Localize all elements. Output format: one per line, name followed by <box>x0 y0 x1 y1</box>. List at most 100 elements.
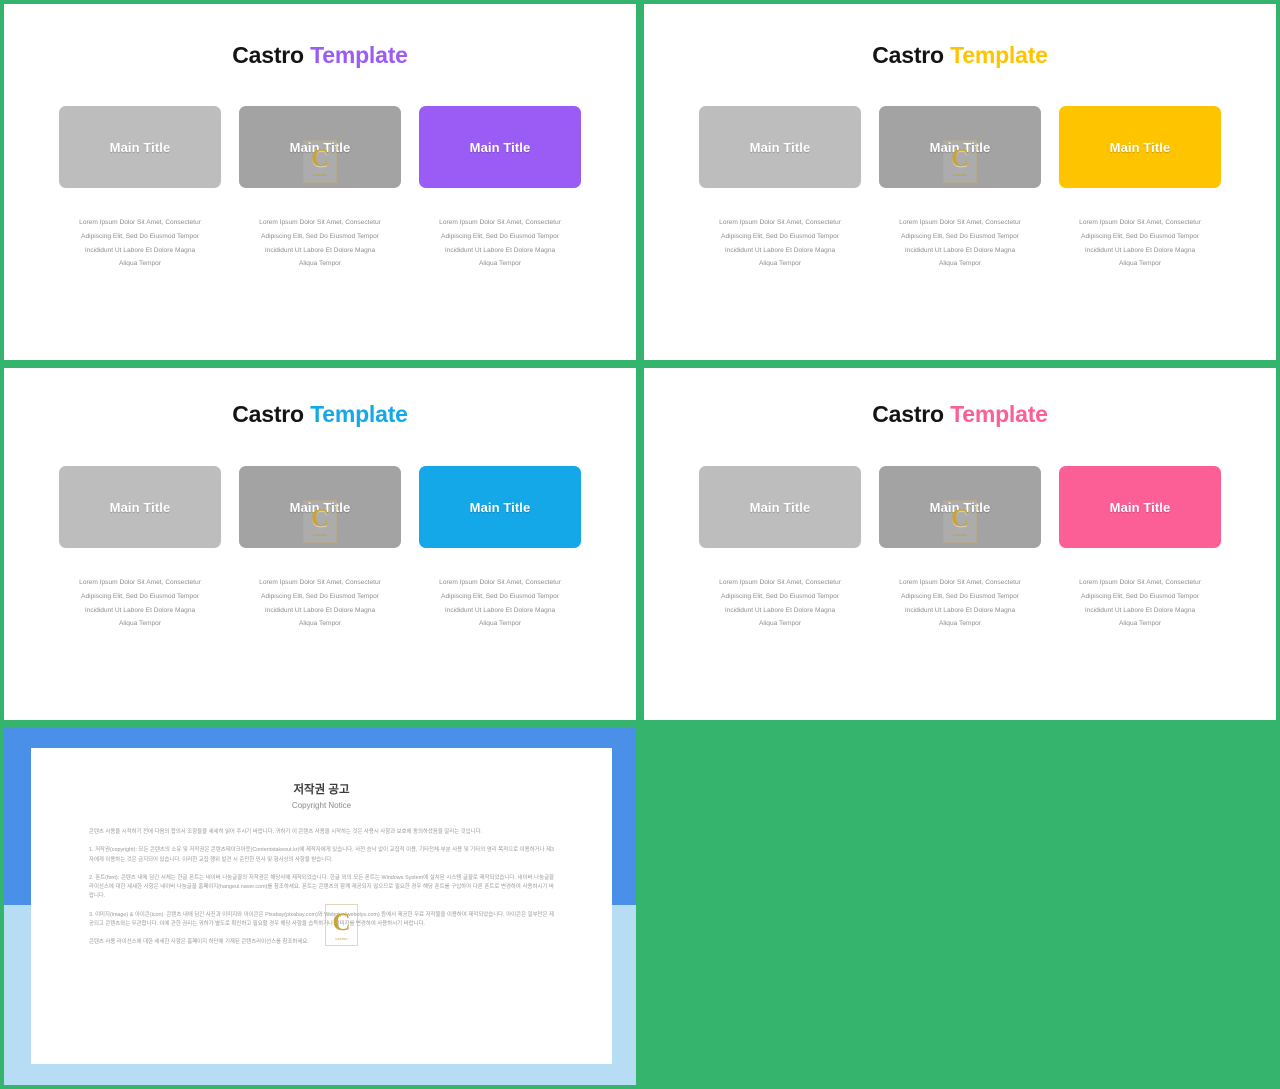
accent-word: Template <box>310 401 408 427</box>
card-accent[interactable]: Main Title <box>419 466 581 548</box>
caption-line: Aliqua Tempor <box>1118 260 1162 268</box>
caption-line: Incididunt Ut Labore Et Dolore Magna <box>724 606 836 614</box>
caption-line: Aliqua Tempor <box>758 260 802 268</box>
card-accent[interactable]: Main Title <box>1059 106 1221 188</box>
slide-copyright-notice[interactable]: 저작권 공고 Copyright Notice 콘텐츠 사용을 시작하기 전에 … <box>4 728 636 1085</box>
card-label: Main Title <box>929 139 991 155</box>
card-neutral-dark[interactable]: Main Title C CASTRO <box>879 106 1041 188</box>
caption-line: Aliqua Tempor <box>938 260 982 268</box>
card-label: Main Title <box>469 139 531 155</box>
slide-purple[interactable]: Castro Template Main Title Main Title C … <box>4 4 636 360</box>
accent-word: Template <box>310 42 408 68</box>
caption-block: Lorem Ipsum Dolor Sit Amet, Consectetur A… <box>879 576 1041 631</box>
card-row: Main Title Main Title C CASTRO Main Titl… <box>644 106 1276 188</box>
caption-block: Lorem Ipsum Dolor Sit Amet, Consectetur A… <box>239 216 401 271</box>
card-row: Main Title Main Title C CASTRO Main Titl… <box>4 106 636 188</box>
caption-line: Lorem Ipsum Dolor Sit Amet, Consectetur <box>899 579 1021 586</box>
caption-line: Aliqua Tempor <box>118 260 162 268</box>
watermark-sublabel: CASTRO <box>952 533 968 538</box>
caption-line: Adipiscing Elit, Sed Do Eiusmod Tempor <box>901 592 1019 600</box>
card-neutral-dark[interactable]: Main Title C CASTRO <box>239 466 401 548</box>
caption-line: Aliqua Tempor <box>298 620 342 628</box>
card-label: Main Title <box>749 139 811 155</box>
caption-block: Lorem Ipsum Dolor Sit Amet, Consectetur A… <box>879 216 1041 271</box>
caption-line: Lorem Ipsum Dolor Sit Amet, Consectetur <box>719 579 841 586</box>
caption-line: Incididunt Ut Labore Et Dolore Magna <box>264 246 376 254</box>
caption-line: Aliqua Tempor <box>938 620 982 628</box>
caption-line: Incididunt Ut Labore Et Dolore Magna <box>904 246 1016 254</box>
card-neutral-light[interactable]: Main Title <box>59 106 221 188</box>
caption-line: Lorem Ipsum Dolor Sit Amet, Consectetur <box>439 219 561 226</box>
page-title: Castro Template <box>644 401 1276 428</box>
caption-line: Incididunt Ut Labore Et Dolore Magna <box>1084 246 1196 254</box>
document-title-en: Copyright Notice <box>291 801 352 810</box>
caption-line: Adipiscing Elit, Sed Do Eiusmod Tempor <box>261 592 379 600</box>
card-accent[interactable]: Main Title <box>419 106 581 188</box>
brand-word: Castro <box>872 401 944 427</box>
caption-line: Aliqua Tempor <box>118 620 162 628</box>
caption-line: Lorem Ipsum Dolor Sit Amet, Consectetur <box>259 579 381 586</box>
caption-row: Lorem Ipsum Dolor Sit Amet, Consectetur A… <box>644 216 1276 271</box>
caption-line: Incididunt Ut Labore Et Dolore Magna <box>444 606 556 614</box>
caption-block: Lorem Ipsum Dolor Sit Amet, Consectetur A… <box>419 576 581 631</box>
watermark-sublabel: CASTRO <box>952 173 968 178</box>
card-row: Main Title Main Title C CASTRO Main Titl… <box>644 466 1276 548</box>
card-neutral-light[interactable]: Main Title <box>59 466 221 548</box>
caption-block: Lorem Ipsum Dolor Sit Amet, Consectetur A… <box>59 216 221 271</box>
card-label: Main Title <box>1109 139 1171 155</box>
card-neutral-dark[interactable]: Main Title C CASTRO <box>879 466 1041 548</box>
caption-block: Lorem Ipsum Dolor Sit Amet, Consectetur A… <box>59 576 221 631</box>
caption-block: Lorem Ipsum Dolor Sit Amet, Consectetur A… <box>699 216 861 271</box>
caption-line: Aliqua Tempor <box>478 260 522 268</box>
caption-block: Lorem Ipsum Dolor Sit Amet, Consectetur A… <box>699 576 861 631</box>
card-neutral-dark[interactable]: Main Title C CASTRO <box>239 106 401 188</box>
page-title: Castro Template <box>4 42 636 69</box>
caption-line: Adipiscing Elit, Sed Do Eiusmod Tempor <box>81 232 199 240</box>
caption-line: Aliqua Tempor <box>298 260 342 268</box>
caption-block: Lorem Ipsum Dolor Sit Amet, Consectetur A… <box>1059 216 1221 271</box>
caption-block: Lorem Ipsum Dolor Sit Amet, Consectetur A… <box>419 216 581 271</box>
card-neutral-light[interactable]: Main Title <box>699 106 861 188</box>
caption-line: Lorem Ipsum Dolor Sit Amet, Consectetur <box>1079 579 1201 586</box>
slide-pink[interactable]: Castro Template Main Title Main Title C … <box>644 368 1276 720</box>
caption-line: Incididunt Ut Labore Et Dolore Magna <box>1084 606 1196 614</box>
caption-line: Incididunt Ut Labore Et Dolore Magna <box>724 246 836 254</box>
brand-word: Castro <box>872 42 944 68</box>
caption-line: Adipiscing Elit, Sed Do Eiusmod Tempor <box>261 232 379 240</box>
card-accent[interactable]: Main Title <box>1059 466 1221 548</box>
card-label: Main Title <box>109 499 171 515</box>
card-label: Main Title <box>289 139 351 155</box>
caption-line: Lorem Ipsum Dolor Sit Amet, Consectetur <box>899 219 1021 226</box>
document-page: 저작권 공고 Copyright Notice 콘텐츠 사용을 시작하기 전에 … <box>31 748 612 1064</box>
watermark-sublabel: CASTRO <box>312 533 328 538</box>
slide-deck-grid: Castro Template Main Title Main Title C … <box>0 0 1280 1089</box>
document-body: 콘텐츠 사용을 시작하기 전에 다음의 합의서 조항들을 세세히 읽어 주시기 … <box>89 828 554 948</box>
card-label: Main Title <box>749 499 811 515</box>
card-neutral-light[interactable]: Main Title <box>699 466 861 548</box>
caption-line: Adipiscing Elit, Sed Do Eiusmod Tempor <box>81 592 199 600</box>
caption-line: Adipiscing Elit, Sed Do Eiusmod Tempor <box>441 232 559 240</box>
caption-line: Lorem Ipsum Dolor Sit Amet, Consectetur <box>79 579 201 586</box>
caption-line: Incididunt Ut Labore Et Dolore Magna <box>264 606 376 614</box>
notice-clause-image-icon: 3. 이미지(image) & 아이콘(icon): 콘텐츠 내에 담긴 사진과… <box>89 911 554 928</box>
caption-line: Adipiscing Elit, Sed Do Eiusmod Tempor <box>1081 592 1199 600</box>
caption-line: Incididunt Ut Labore Et Dolore Magna <box>84 606 196 614</box>
accent-word: Template <box>950 42 1048 68</box>
page-title: Castro Template <box>4 401 636 428</box>
caption-line: Incididunt Ut Labore Et Dolore Magna <box>84 246 196 254</box>
caption-line: Adipiscing Elit, Sed Do Eiusmod Tempor <box>901 232 1019 240</box>
card-label: Main Title <box>469 499 531 515</box>
caption-line: Aliqua Tempor <box>758 620 802 628</box>
caption-line: Lorem Ipsum Dolor Sit Amet, Consectetur <box>1079 219 1201 226</box>
notice-intro: 콘텐츠 사용을 시작하기 전에 다음의 합의서 조항들을 세세히 읽어 주시기 … <box>89 829 483 835</box>
notice-footer: 콘텐츠 사용 라이선스에 대한 세세한 사항은 홈페이지 하단에 기재된 콘텐츠… <box>89 939 309 946</box>
slide-blue[interactable]: Castro Template Main Title Main Title C … <box>4 368 636 720</box>
caption-line: Lorem Ipsum Dolor Sit Amet, Consectetur <box>719 219 841 226</box>
caption-line: Adipiscing Elit, Sed Do Eiusmod Tempor <box>441 592 559 600</box>
card-label: Main Title <box>929 499 991 515</box>
page-title: Castro Template <box>644 42 1276 69</box>
brand-word: Castro <box>232 401 304 427</box>
notice-clause-font: 2. 폰트(font): 콘텐츠 내에 담긴 서체는 한글 폰트는 네이버 나눔… <box>89 874 554 900</box>
caption-block: Lorem Ipsum Dolor Sit Amet, Consectetur A… <box>239 576 401 631</box>
slide-amber[interactable]: Castro Template Main Title Main Title C … <box>644 4 1276 360</box>
